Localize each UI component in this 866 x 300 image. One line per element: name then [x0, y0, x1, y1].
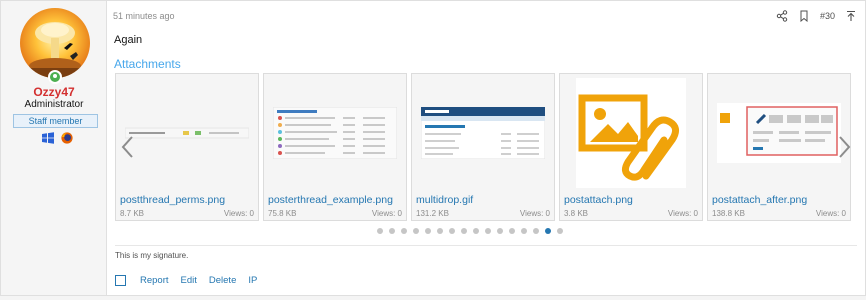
ip-link[interactable]: IP [248, 275, 257, 286]
edit-link[interactable]: Edit [181, 275, 197, 286]
attachment-views: Views: 0 [667, 209, 698, 218]
signature-divider [115, 245, 857, 246]
carousel-page-dot[interactable] [509, 228, 515, 234]
carousel-pagination [377, 228, 563, 236]
attachments-carousel: postthread_perms.png 8.7 KB Views: 0 pos… [115, 73, 857, 221]
attachment-size: 75.8 KB [268, 209, 297, 218]
jump-to-top-icon[interactable] [845, 10, 857, 22]
attachment-size: 131.2 KB [416, 209, 449, 218]
post-message: Again [114, 34, 143, 46]
attachment-size: 8.7 KB [120, 209, 145, 218]
attachment-name[interactable]: postattach.png [564, 194, 633, 206]
post-number[interactable]: #30 [820, 11, 835, 21]
attachments-heading: Attachments [114, 57, 181, 71]
carousel-page-dot[interactable] [437, 228, 443, 234]
attachment-item[interactable]: postattach_after.png 138.8 KB Views: 0 [707, 73, 851, 221]
image-attach-icon [576, 78, 686, 188]
staff-badge: Staff member [13, 114, 98, 128]
post-footer-actions: Report Edit Delete IP [115, 273, 257, 287]
post-container: Ozzy47 Administrator Staff member 51 min… [0, 0, 866, 296]
attachment-name[interactable]: multidrop.gif [416, 194, 473, 206]
carousel-page-dot[interactable] [461, 228, 467, 234]
carousel-next-arrow-icon[interactable] [835, 135, 853, 159]
report-link[interactable]: Report [140, 275, 169, 286]
attachment-name[interactable]: postthread_perms.png [120, 194, 225, 206]
attachment-item[interactable]: multidrop.gif 131.2 KB Views: 0 [411, 73, 555, 221]
share-icon[interactable] [776, 10, 788, 22]
post-actions: #30 [776, 9, 857, 23]
attachment-size: 3.8 KB [564, 209, 589, 218]
carousel-page-dot[interactable] [557, 228, 563, 234]
attachment-name[interactable]: postattach_after.png [712, 194, 807, 206]
attachment-views: Views: 0 [371, 209, 402, 218]
carousel-page-dot[interactable] [545, 228, 551, 234]
user-avatar[interactable] [20, 8, 90, 78]
bookmark-icon[interactable] [798, 10, 810, 23]
carousel-page-dot[interactable] [473, 228, 479, 234]
user-os-icons [42, 131, 76, 145]
firefox-icon [61, 131, 74, 149]
carousel-page-dot[interactable] [401, 228, 407, 234]
delete-link[interactable]: Delete [209, 275, 236, 286]
username[interactable]: Ozzy47 [1, 85, 107, 99]
attachment-thumbnail[interactable] [264, 74, 406, 192]
carousel-page-dot[interactable] [485, 228, 491, 234]
carousel-page-dot[interactable] [449, 228, 455, 234]
select-post-checkbox[interactable] [115, 274, 126, 286]
windows-icon [42, 131, 54, 149]
attachment-thumbnail[interactable] [708, 74, 850, 192]
attachment-thumbnail[interactable] [560, 74, 702, 192]
user-title: Administrator [24, 99, 84, 110]
attachment-item[interactable]: postattach.png 3.8 KB Views: 0 [559, 73, 703, 221]
carousel-page-dot[interactable] [413, 228, 419, 234]
attachment-views: Views: 0 [519, 209, 550, 218]
user-info-column: Ozzy47 Administrator Staff member [1, 1, 107, 295]
carousel-page-dot[interactable] [521, 228, 527, 234]
attachment-name[interactable]: posterthread_example.png [268, 194, 393, 206]
carousel-page-dot[interactable] [377, 228, 383, 234]
carousel-page-dot[interactable] [425, 228, 431, 234]
attachment-thumbnail[interactable] [412, 74, 554, 192]
attachment-item[interactable]: posterthread_example.png 75.8 KB Views: … [263, 73, 407, 221]
post-content: 51 minutes ago #30 Again Attachments pos… [107, 1, 865, 295]
online-status-icon [48, 70, 62, 84]
post-timestamp[interactable]: 51 minutes ago [113, 11, 175, 21]
carousel-page-dot[interactable] [497, 228, 503, 234]
attachment-views: Views: 0 [223, 209, 254, 218]
attachment-views: Views: 0 [815, 209, 846, 218]
user-signature: This is my signature. [115, 251, 189, 260]
carousel-page-dot[interactable] [389, 228, 395, 234]
carousel-prev-arrow-icon[interactable] [119, 135, 137, 159]
attachment-size: 138.8 KB [712, 209, 745, 218]
attachment-thumbnail[interactable] [116, 74, 258, 192]
avatar-image [20, 8, 90, 78]
carousel-page-dot[interactable] [533, 228, 539, 234]
